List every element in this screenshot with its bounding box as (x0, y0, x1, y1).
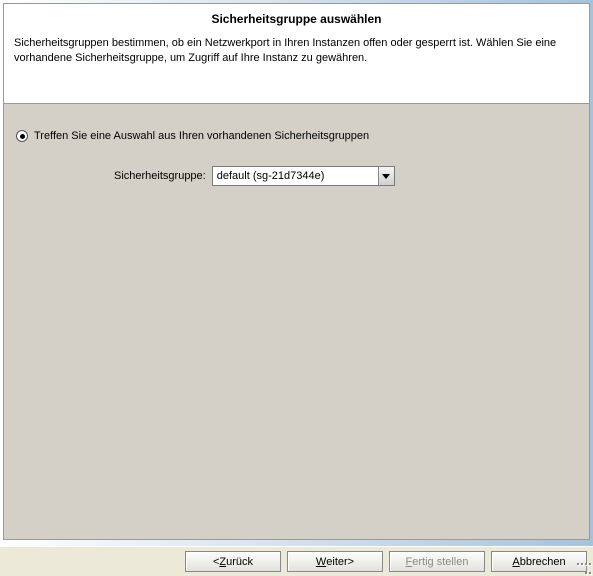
finish-button[interactable]: Fertig stellen (389, 551, 485, 572)
page-description: Sicherheitsgruppen bestimmen, ob ein Net… (14, 36, 579, 66)
radio-existing-group-label: Treffen Sie eine Auswahl aus Ihren vorha… (34, 130, 369, 142)
radio-existing-group[interactable] (16, 130, 28, 142)
cancel-button[interactable]: Abbrechen (491, 551, 587, 572)
wizard-content: Sicherheitsgruppe auswählen Sicherheitsg… (3, 3, 590, 540)
chevron-down-icon[interactable] (378, 167, 394, 185)
wizard-header: Sicherheitsgruppe auswählen Sicherheitsg… (4, 4, 589, 104)
resize-gripper-icon[interactable] (575, 558, 591, 574)
wizard-window: Sicherheitsgruppe auswählen Sicherheitsg… (0, 0, 593, 576)
page-title: Sicherheitsgruppe auswählen (14, 12, 579, 26)
back-button[interactable]: < Zurück (185, 551, 281, 572)
wizard-button-bar: < Zurück Weiter > Fertig stellen Abbrech… (0, 546, 593, 576)
next-button[interactable]: Weiter > (287, 551, 383, 572)
security-group-select-value: default (sg-21d7344e) (217, 170, 325, 182)
security-group-select[interactable]: default (sg-21d7344e) (212, 166, 395, 186)
security-group-label: Sicherheitsgruppe: (114, 170, 206, 182)
wizard-form: Treffen Sie eine Auswahl aus Ihren vorha… (4, 104, 589, 212)
radio-existing-group-row[interactable]: Treffen Sie eine Auswahl aus Ihren vorha… (16, 130, 577, 142)
security-group-field: Sicherheitsgruppe: default (sg-21d7344e) (114, 166, 577, 186)
